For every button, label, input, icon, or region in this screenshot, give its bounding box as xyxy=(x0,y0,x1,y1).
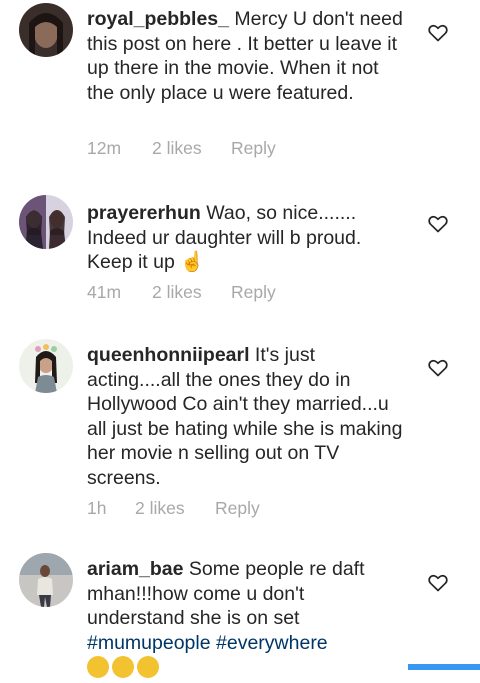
comment-username[interactable]: royal_pebbles_ xyxy=(87,8,229,30)
emoji-icon xyxy=(87,656,109,678)
heart-outline-icon[interactable] xyxy=(428,215,448,233)
comment-username[interactable]: queenhonniipearl xyxy=(87,344,250,366)
avatar[interactable] xyxy=(19,553,73,607)
comment-username[interactable]: ariam_bae xyxy=(87,558,183,580)
comment-time: 12m xyxy=(87,138,122,158)
comment-username[interactable]: prayererhun xyxy=(87,202,201,224)
heart-outline-icon[interactable] xyxy=(428,24,448,42)
heart-outline-icon[interactable] xyxy=(428,359,448,377)
accent-bar xyxy=(408,664,480,670)
hashtag-link[interactable]: #everywhere xyxy=(216,632,328,654)
comment-time: 41m xyxy=(87,282,122,302)
emoji-row xyxy=(87,656,162,678)
comment-likes[interactable]: 2 likes xyxy=(135,498,185,519)
pointing-up-emoji: ☝ xyxy=(180,251,205,273)
reply-button[interactable]: Reply xyxy=(215,498,260,519)
emoji-icon xyxy=(112,656,134,678)
comment-text: prayererhun Wao, so nice....... Indeed u… xyxy=(87,201,405,275)
reply-button[interactable]: Reply xyxy=(231,282,276,303)
comment-text: royal_pebbles_ Mercy U don't need this p… xyxy=(87,7,405,105)
hashtag-link[interactable]: #mumupeople xyxy=(87,632,211,654)
comment-time: 1h xyxy=(87,498,107,518)
comment-text: queenhonniipearl It's just acting....all… xyxy=(87,343,405,490)
avatar[interactable] xyxy=(19,339,73,393)
comment-text: ariam_bae Some people re daft mhan!!!how… xyxy=(87,557,405,655)
reply-button[interactable]: Reply xyxy=(231,138,276,159)
avatar[interactable] xyxy=(19,3,73,57)
emoji-icon xyxy=(137,656,159,678)
comment-likes[interactable]: 2 likes xyxy=(152,138,202,159)
comment-likes[interactable]: 2 likes xyxy=(152,282,202,303)
avatar[interactable] xyxy=(19,195,73,249)
heart-outline-icon[interactable] xyxy=(428,574,448,592)
